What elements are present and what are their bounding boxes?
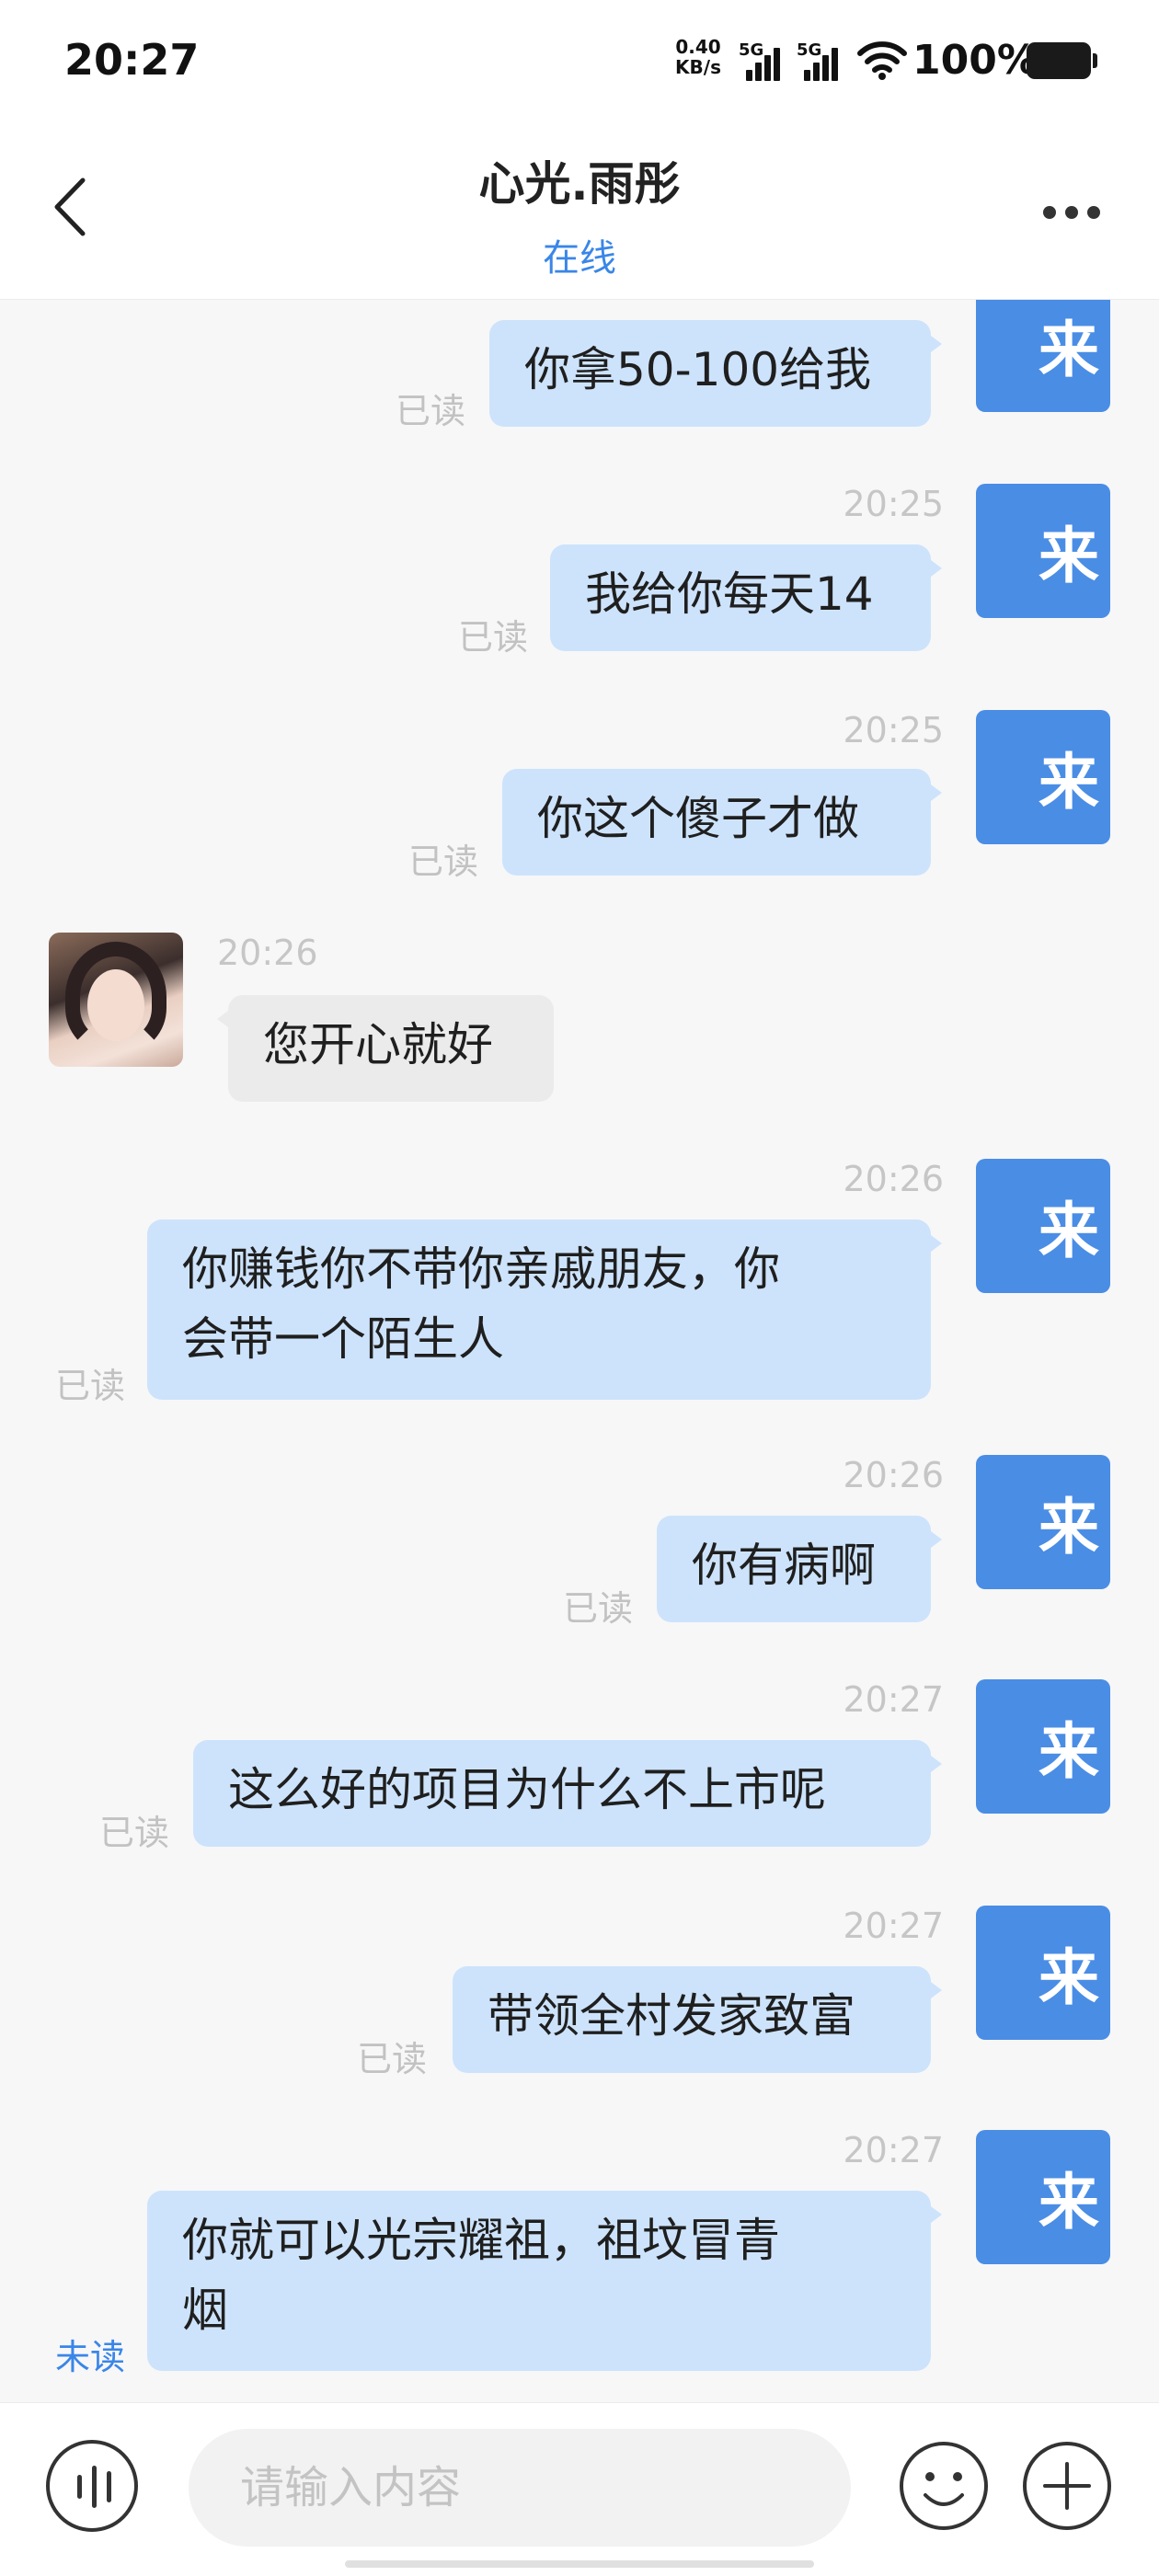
- message-time: 20:26: [843, 1455, 944, 1495]
- contact-avatar[interactable]: [49, 933, 183, 1067]
- wifi-icon: [857, 41, 907, 80]
- message-time: 20:25: [843, 710, 944, 750]
- signal-type: 5G: [797, 40, 822, 60]
- message-bubble[interactable]: 你就可以光宗耀祖，祖坟冒青 烟: [147, 2191, 942, 2371]
- unread-status: 未读: [55, 2337, 126, 2377]
- message-bubble[interactable]: 你赚钱你不带你亲戚朋友，你 会带一个陌生人: [147, 1219, 942, 1400]
- read-status: 已读: [563, 1588, 634, 1629]
- status-time: 20:27: [64, 35, 200, 85]
- message-time: 20:26: [217, 933, 318, 973]
- battery-icon: [1027, 42, 1097, 79]
- message-list[interactable]: 来 你拿50-100给我 已读 20:25 来 我给你每天14 已读 20:25…: [0, 300, 1159, 2400]
- signal-icon: 5G: [739, 40, 785, 81]
- emoji-icon[interactable]: [898, 2440, 990, 2532]
- home-indicator[interactable]: [345, 2560, 814, 2568]
- message-time: 20:25: [843, 484, 944, 524]
- my-avatar[interactable]: 来: [976, 1159, 1110, 1293]
- plus-icon[interactable]: [1021, 2440, 1113, 2532]
- message-time: 20:27: [843, 2130, 944, 2170]
- message-line: 你就可以光宗耀祖，祖坟冒青: [182, 2214, 780, 2267]
- message-bubble[interactable]: 这么好的项目为什么不上市呢: [193, 1740, 942, 1847]
- read-status: 已读: [55, 1366, 126, 1406]
- message-input[interactable]: [189, 2429, 851, 2547]
- read-status: 已读: [357, 2039, 428, 2079]
- my-avatar[interactable]: 来: [976, 710, 1110, 844]
- network-speed-unit: KB/s: [675, 56, 721, 78]
- my-avatar[interactable]: 来: [976, 300, 1110, 412]
- online-status: 在线: [543, 237, 616, 280]
- status-bar: 20:27 0.40 KB/s 5G 5G 100%: [0, 0, 1159, 120]
- message-time: 20:27: [843, 1906, 944, 1946]
- message-bubble[interactable]: 我给你每天14: [550, 544, 942, 651]
- battery-percent: 100%: [912, 37, 1038, 84]
- my-avatar[interactable]: 来: [976, 484, 1110, 618]
- my-avatar[interactable]: 来: [976, 1679, 1110, 1814]
- voice-icon[interactable]: [46, 2440, 138, 2532]
- message-bubble[interactable]: 你这个傻子才做: [502, 769, 942, 876]
- my-avatar[interactable]: 来: [976, 1455, 1110, 1589]
- my-avatar[interactable]: 来: [976, 1906, 1110, 2040]
- message-bubble[interactable]: 你有病啊: [657, 1516, 942, 1622]
- message-bubble[interactable]: 带领全村发家致富: [453, 1966, 942, 2073]
- chat-header: 心光.雨彤 在线: [0, 120, 1159, 300]
- message-time: 20:27: [843, 1679, 944, 1720]
- signal-type: 5G: [739, 40, 764, 60]
- input-bar: [0, 2402, 1159, 2576]
- message-line: 会带一个陌生人: [182, 1312, 504, 1366]
- message-line: 烟: [182, 2284, 228, 2337]
- message-line: 你赚钱你不带你亲戚朋友，你: [182, 1242, 780, 1296]
- message-bubble[interactable]: 你拿50-100给我: [489, 320, 942, 427]
- network-speed-value: 0.40: [675, 36, 721, 58]
- network-speed: 0.40 KB/s: [670, 37, 727, 77]
- signal-icon: 5G: [797, 40, 843, 81]
- read-status: 已读: [408, 841, 479, 882]
- message-time: 20:26: [843, 1159, 944, 1199]
- read-status: 已读: [396, 391, 466, 431]
- message-bubble[interactable]: 您开心就好: [217, 995, 554, 1102]
- read-status: 已读: [99, 1813, 170, 1853]
- contact-name: 心光.雨彤: [478, 157, 681, 211]
- more-icon[interactable]: [1039, 204, 1104, 223]
- read-status: 已读: [458, 617, 529, 658]
- my-avatar[interactable]: 来: [976, 2130, 1110, 2264]
